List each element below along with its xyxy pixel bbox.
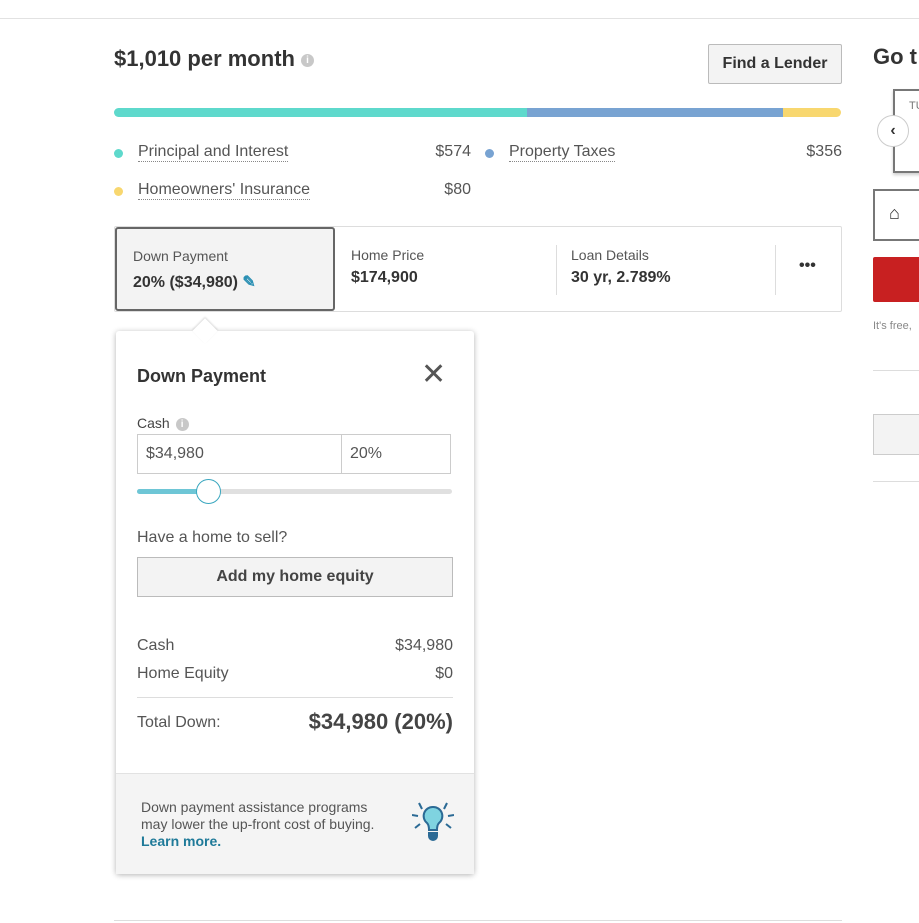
principal-segment xyxy=(114,108,528,117)
assistance-line-1: Down payment assistance programs xyxy=(141,799,368,815)
total-down-label: Total Down: xyxy=(137,714,221,731)
home-price-value: $174,900 xyxy=(351,269,418,286)
insurance-segment xyxy=(783,108,841,117)
principal-label[interactable]: Principal and Interest xyxy=(138,143,289,162)
assistance-text: Down payment assistance programs may low… xyxy=(141,799,374,850)
bottom-divider xyxy=(114,920,842,921)
cash-label-row: Cash i xyxy=(137,415,189,431)
home-price-card[interactable]: Home Price $174,900 xyxy=(351,227,571,311)
find-lender-button[interactable]: Find a Lender xyxy=(708,44,842,84)
close-icon[interactable]: ✕ xyxy=(421,357,446,393)
summary-cash-label: Cash xyxy=(137,637,175,654)
principal-value: $574 xyxy=(435,143,471,160)
slider-handle[interactable] xyxy=(195,479,221,504)
legend-insurance: Homeowners' Insurance $80 xyxy=(114,181,471,203)
cash-label: Cash xyxy=(137,415,170,431)
info-icon[interactable]: i xyxy=(175,417,189,431)
taxes-value: $356 xyxy=(806,143,842,160)
loan-details-label: Loan Details xyxy=(571,247,649,263)
insurance-label[interactable]: Homeowners' Insurance xyxy=(138,181,311,200)
popover-title: Down Payment xyxy=(137,366,267,386)
pencil-icon[interactable]: ✎ xyxy=(242,274,255,291)
monthly-payment-title: $1,010 per month i xyxy=(114,46,314,72)
chevron-left-icon[interactable]: ‹ xyxy=(877,115,909,147)
down-payment-value-row: 20% ($34,980) ✎ xyxy=(133,272,256,292)
payment-breakdown-bar xyxy=(114,108,841,117)
info-icon[interactable]: i xyxy=(300,53,314,67)
assistance-footer: Down payment assistance programs may low… xyxy=(116,773,474,874)
monthly-payment: $1,010 per month xyxy=(114,46,295,71)
home-price-label: Home Price xyxy=(351,247,425,263)
secondary-button[interactable] xyxy=(873,414,919,455)
summary-equity-value: $0 xyxy=(435,665,453,682)
legend-principal: Principal and Interest $574 xyxy=(114,143,471,165)
divider xyxy=(873,481,919,482)
taxes-segment xyxy=(527,108,784,117)
loan-details-value: 30 yr, 2.789% xyxy=(571,269,671,286)
learn-more-link[interactable]: Learn more. xyxy=(141,833,374,850)
top-divider xyxy=(0,18,919,19)
legend-taxes: Property Taxes $356 xyxy=(485,143,842,165)
right-heading: Go t xyxy=(873,44,917,69)
total-down-value: $34,980 (20%) xyxy=(308,709,453,734)
insurance-dot xyxy=(114,187,123,196)
sell-question: Have a home to sell? xyxy=(137,529,288,546)
summary-equity-label: Home Equity xyxy=(137,665,229,682)
principal-dot xyxy=(114,149,123,158)
summary-cash-value: $34,980 xyxy=(395,637,453,654)
down-payment-slider[interactable] xyxy=(137,479,452,504)
more-options-button[interactable]: ••• xyxy=(799,257,816,275)
add-home-equity-button[interactable]: Add my home equity xyxy=(137,557,453,597)
percent-input[interactable]: 20% xyxy=(341,434,451,474)
free-text: It's free, xyxy=(873,320,912,332)
divider xyxy=(873,370,919,371)
tour-type-button[interactable]: ⌂ xyxy=(873,189,919,241)
assistance-line-2: may lower the up-front cost of buying. xyxy=(141,816,375,832)
taxes-label[interactable]: Property Taxes xyxy=(509,143,616,162)
down-payment-popover: Down Payment ✕ Cash i $34,980 20% Have a … xyxy=(116,331,474,874)
divider xyxy=(137,697,453,698)
tour-day-label: TU xyxy=(909,100,919,112)
schedule-tour-button[interactable] xyxy=(873,257,919,302)
divider xyxy=(775,245,776,295)
lightbulb-icon xyxy=(412,802,454,841)
home-icon: ⌂ xyxy=(889,203,900,223)
down-payment-value: 20% ($34,980) xyxy=(133,274,238,291)
cash-input[interactable]: $34,980 xyxy=(137,434,342,474)
loan-details-card[interactable]: Loan Details 30 yr, 2.789% xyxy=(571,227,771,311)
taxes-dot xyxy=(485,149,494,158)
down-payment-label: Down Payment xyxy=(133,248,228,264)
insurance-value: $80 xyxy=(444,181,471,198)
down-payment-card[interactable]: Down Payment 20% ($34,980) ✎ xyxy=(115,227,335,311)
divider xyxy=(556,245,557,295)
